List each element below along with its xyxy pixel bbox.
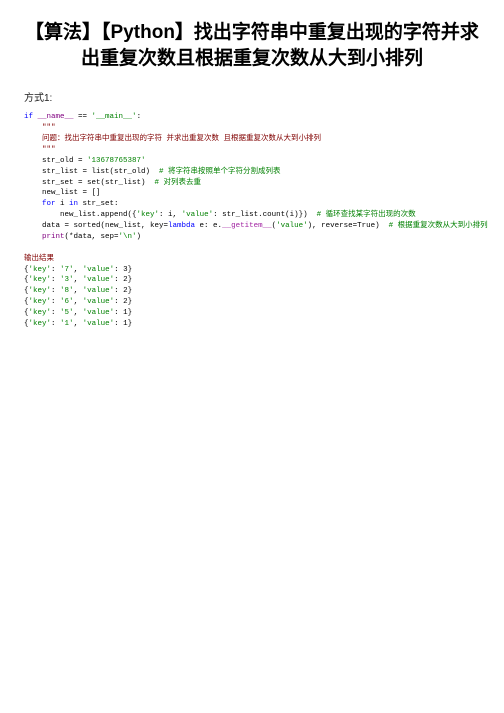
out-v: 'value' (83, 266, 115, 274)
out-key: 'key' (29, 320, 52, 328)
docstring-body: 问题：找出字符串中重复出现的字符 并求出重复次数 且根据重复次数从大到小排列 (24, 135, 321, 143)
out-v: 'value' (83, 309, 115, 317)
out-vv: 2 (119, 287, 128, 295)
out-vv: 1 (119, 309, 128, 317)
output-row: {'key': '7', 'value': 3} (24, 266, 132, 274)
out-kv: '7' (56, 266, 74, 274)
page-title: 【算法】【Python】找出字符串中重复出现的字符并求出重复次数且根据重复次数从… (24, 20, 480, 71)
code-line-4a: str_list = list(str_old) (24, 168, 159, 176)
code-line-7d: str_set: (78, 200, 119, 208)
out-v: 'value' (83, 298, 115, 306)
code-line-3a: str_old = (24, 157, 87, 165)
out-key: 'key' (29, 266, 52, 274)
code-line-9c: e: e. (195, 222, 222, 230)
out-kv: '6' (56, 298, 74, 306)
comment-5: # 对列表去重 (155, 179, 202, 187)
output-row: {'key': '8', 'value': 2} (24, 287, 132, 295)
code-line-10b: (*data, sep= (65, 233, 119, 241)
magic-getitem: __getitem__ (222, 222, 272, 230)
out-vv: 1 (119, 320, 128, 328)
out-key: 'key' (29, 276, 52, 284)
out-kv: '5' (56, 309, 74, 317)
code-line-8c: : i, (159, 211, 182, 219)
op-eq: == (78, 113, 87, 121)
output-header: 输出结果 (24, 255, 54, 263)
docstring-open: """ (24, 124, 56, 132)
kw-lambda: lambda (168, 222, 195, 230)
colon: : (137, 113, 142, 121)
out-vv: 2 (119, 276, 128, 284)
code-block: if __name__ == '__main__': """ 问题：找出字符串中… (24, 112, 480, 330)
out-v: 'value' (83, 276, 115, 284)
comment-4: # 将字符串按照单个字符分割成列表 (159, 168, 281, 176)
out-key: 'key' (29, 287, 52, 295)
out-kv: '8' (56, 287, 74, 295)
out-vv: 3 (119, 266, 128, 274)
code-line-9a: data = sorted(new_list, key= (24, 222, 168, 230)
out-key: 'key' (29, 298, 52, 306)
out-vv: 2 (119, 298, 128, 306)
kw-if: if (24, 113, 33, 121)
comment-8: # 循环查找某字符出现的次数 (317, 211, 416, 219)
code-line-10d: ) (137, 233, 142, 241)
str-value: 'value' (182, 211, 214, 219)
code-line-8e: : str_list.count(i)}) (213, 211, 317, 219)
out-v: 'value' (83, 287, 115, 295)
code-line-6: new_list = [] (24, 189, 101, 197)
out-kv: '3' (56, 276, 74, 284)
var-i: i (56, 200, 70, 208)
kw-in: in (69, 200, 78, 208)
print-call: print (24, 233, 65, 241)
docstring-close: """ (24, 146, 56, 154)
comment-9: # 根据重复次数从大到小排列 (389, 222, 488, 230)
out-kv: '1' (56, 320, 74, 328)
code-line-9g: ), reverse=True) (308, 222, 389, 230)
str-sep: '\n' (119, 233, 137, 241)
out-v: 'value' (83, 320, 115, 328)
out-key: 'key' (29, 309, 52, 317)
str-old: '13678765387' (87, 157, 146, 165)
str-key: 'key' (137, 211, 160, 219)
output-row: {'key': '5', 'value': 1} (24, 309, 132, 317)
code-line-5a: str_set = set(str_list) (24, 179, 155, 187)
str-value2: 'value' (276, 222, 308, 230)
output-row: {'key': '3', 'value': 2} (24, 276, 132, 284)
output-row: {'key': '1', 'value': 1} (24, 320, 132, 328)
str-main: '__main__' (87, 113, 137, 121)
method-label: 方式1: (24, 89, 480, 104)
code-line-8a: new_list.append({ (24, 211, 137, 219)
name-var: __name__ (33, 113, 78, 121)
output-row: {'key': '6', 'value': 2} (24, 298, 132, 306)
kw-for: for (24, 200, 56, 208)
